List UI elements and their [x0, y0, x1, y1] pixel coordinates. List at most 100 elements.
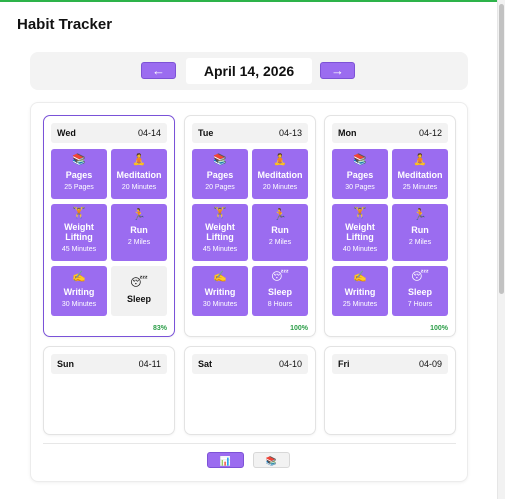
habit-value: 30 Minutes: [202, 301, 238, 308]
habit-value: 30 Pages: [345, 184, 375, 191]
habit-value: 2 Miles: [268, 239, 292, 246]
sleeping-face-icon: 😴: [130, 277, 148, 289]
day-date: 04-09: [418, 359, 442, 369]
completion-percent: 83%: [152, 325, 167, 332]
habit-tile-run[interactable]: 🏃 Run 2 Miles: [252, 204, 308, 261]
habit-tile-writing[interactable]: ✍️ Writing 30 Minutes: [51, 266, 107, 316]
day-card[interactable]: Fri 04-09: [324, 346, 456, 435]
day-date: 04-11: [138, 359, 161, 369]
habit-name: Writing: [204, 287, 236, 297]
weight-lifting-icon: 🏋️: [213, 207, 227, 219]
habit-name: Pages: [206, 170, 234, 180]
habit-value: 40 Minutes: [342, 246, 378, 253]
habit-tile-meditation[interactable]: 🧘 Meditation 25 Minutes: [392, 149, 448, 199]
arrow-right-icon: →: [331, 63, 344, 78]
habit-tile-sleep[interactable]: 😴 Sleep 8 Hours: [252, 266, 308, 316]
habit-value: 20 Pages: [205, 184, 235, 191]
runner-icon: 🏃: [132, 209, 146, 221]
habit-name: Writing: [344, 287, 376, 297]
sleeping-face-icon: 😴: [411, 271, 429, 283]
day-header: Wed 04-14: [51, 123, 167, 143]
habit-value: 2 Miles: [408, 239, 432, 246]
day-card[interactable]: Mon 04-12 📚 Pages 30 Pages 🧘 Meditation …: [324, 115, 456, 337]
habit-tile-sleep[interactable]: 😴 Sleep: [111, 266, 167, 316]
habit-name: Writing: [63, 287, 95, 297]
arrow-left-icon: ←: [152, 63, 165, 78]
habit-value: 8 Hours: [267, 301, 293, 308]
day-header: Mon 04-12: [332, 123, 448, 143]
runner-icon: 🏃: [273, 209, 287, 221]
day-date: 04-10: [278, 359, 302, 369]
habit-value: 20 Minutes: [121, 184, 157, 191]
runner-icon: 🏃: [413, 209, 427, 221]
day-header: Fri 04-09: [332, 354, 448, 374]
habit-tile-pages[interactable]: 📚 Pages 20 Pages: [192, 149, 248, 199]
habit-value: 7 Hours: [407, 301, 433, 308]
date-navigation: ← April 14, 2026 →: [30, 52, 468, 90]
app-title: Habit Tracker: [17, 16, 113, 33]
habit-tile-sleep[interactable]: 😴 Sleep 7 Hours: [392, 266, 448, 316]
habit-tile-writing[interactable]: ✍️ Writing 30 Minutes: [192, 266, 248, 316]
scrollbar-thumb[interactable]: [499, 4, 504, 294]
chart-view-button[interactable]: 📊: [207, 452, 244, 468]
habit-tile-meditation[interactable]: 🧘 Meditation 20 Minutes: [252, 149, 308, 199]
bar-chart-icon: 📊: [219, 456, 232, 466]
meditation-icon: 🧘: [132, 154, 146, 166]
day-card[interactable]: Sat 04-10: [184, 346, 316, 435]
weight-lifting-icon: 🏋️: [353, 207, 367, 219]
day-name: Wed: [57, 128, 76, 138]
habit-name: Meditation: [257, 170, 303, 180]
day-header: Sat 04-10: [192, 354, 308, 374]
books-icon: 📚: [213, 154, 227, 166]
completion-percent: 100%: [430, 325, 448, 332]
habit-tile-pages[interactable]: 📚 Pages 30 Pages: [332, 149, 388, 199]
day-date: 04-12: [418, 128, 442, 138]
day-card[interactable]: Tue 04-13 📚 Pages 20 Pages 🧘 Meditation …: [184, 115, 316, 337]
habit-name: Weight Lifting: [345, 222, 375, 242]
habit-name: Run: [411, 225, 429, 235]
books-view-button[interactable]: 📚: [253, 452, 290, 468]
habit-name: Run: [130, 225, 148, 235]
habit-name: Meditation: [397, 170, 443, 180]
habit-value: 25 Minutes: [342, 301, 378, 308]
books-icon: 📚: [353, 154, 367, 166]
day-card[interactable]: Sun 04-11: [43, 346, 175, 435]
divider: [43, 443, 456, 444]
writing-hand-icon: ✍️: [72, 271, 86, 283]
habit-tile-weight-lifting[interactable]: 🏋️ Weight Lifting 45 Minutes: [51, 204, 107, 261]
completion-percent: 100%: [290, 325, 308, 332]
sleeping-face-icon: 😴: [271, 271, 289, 283]
habit-name: Sleep: [407, 287, 432, 297]
habit-tile-pages[interactable]: 📚 Pages 25 Pages: [51, 149, 107, 199]
day-name: Fri: [338, 359, 350, 369]
habit-value: 30 Minutes: [61, 301, 97, 308]
books-icon: 📚: [265, 456, 278, 466]
day-name: Sat: [198, 359, 213, 369]
day-card[interactable]: Wed 04-14 📚 Pages 25 Pages 🧘 Meditation …: [43, 115, 175, 337]
habit-value: 2 Miles: [127, 239, 151, 246]
habit-tile-run[interactable]: 🏃 Run 2 Miles: [111, 204, 167, 261]
day-name: Mon: [338, 128, 357, 138]
next-date-button[interactable]: →: [320, 62, 355, 79]
habit-value: 20 Minutes: [262, 184, 298, 191]
writing-hand-icon: ✍️: [213, 271, 227, 283]
books-icon: 📚: [72, 154, 86, 166]
writing-hand-icon: ✍️: [353, 271, 367, 283]
habit-name: Pages: [346, 170, 374, 180]
habit-tile-weight-lifting[interactable]: 🏋️ Weight Lifting 40 Minutes: [332, 204, 388, 261]
day-name: Sun: [57, 359, 74, 369]
habit-tile-weight-lifting[interactable]: 🏋️ Weight Lifting 45 Minutes: [192, 204, 248, 261]
meditation-icon: 🧘: [273, 154, 287, 166]
previous-date-button[interactable]: ←: [141, 62, 176, 79]
habit-tile-writing[interactable]: ✍️ Writing 25 Minutes: [332, 266, 388, 316]
habit-name: Pages: [65, 170, 93, 180]
habit-tile-run[interactable]: 🏃 Run 2 Miles: [392, 204, 448, 261]
habit-value: 45 Minutes: [61, 246, 97, 253]
scrollbar[interactable]: [497, 0, 505, 499]
day-name: Tue: [198, 128, 214, 138]
day-date: 04-13: [278, 128, 302, 138]
weight-lifting-icon: 🏋️: [72, 207, 86, 219]
top-progress-line: [0, 0, 497, 2]
habit-value: 25 Pages: [64, 184, 94, 191]
habit-tile-meditation[interactable]: 🧘 Meditation 20 Minutes: [111, 149, 167, 199]
